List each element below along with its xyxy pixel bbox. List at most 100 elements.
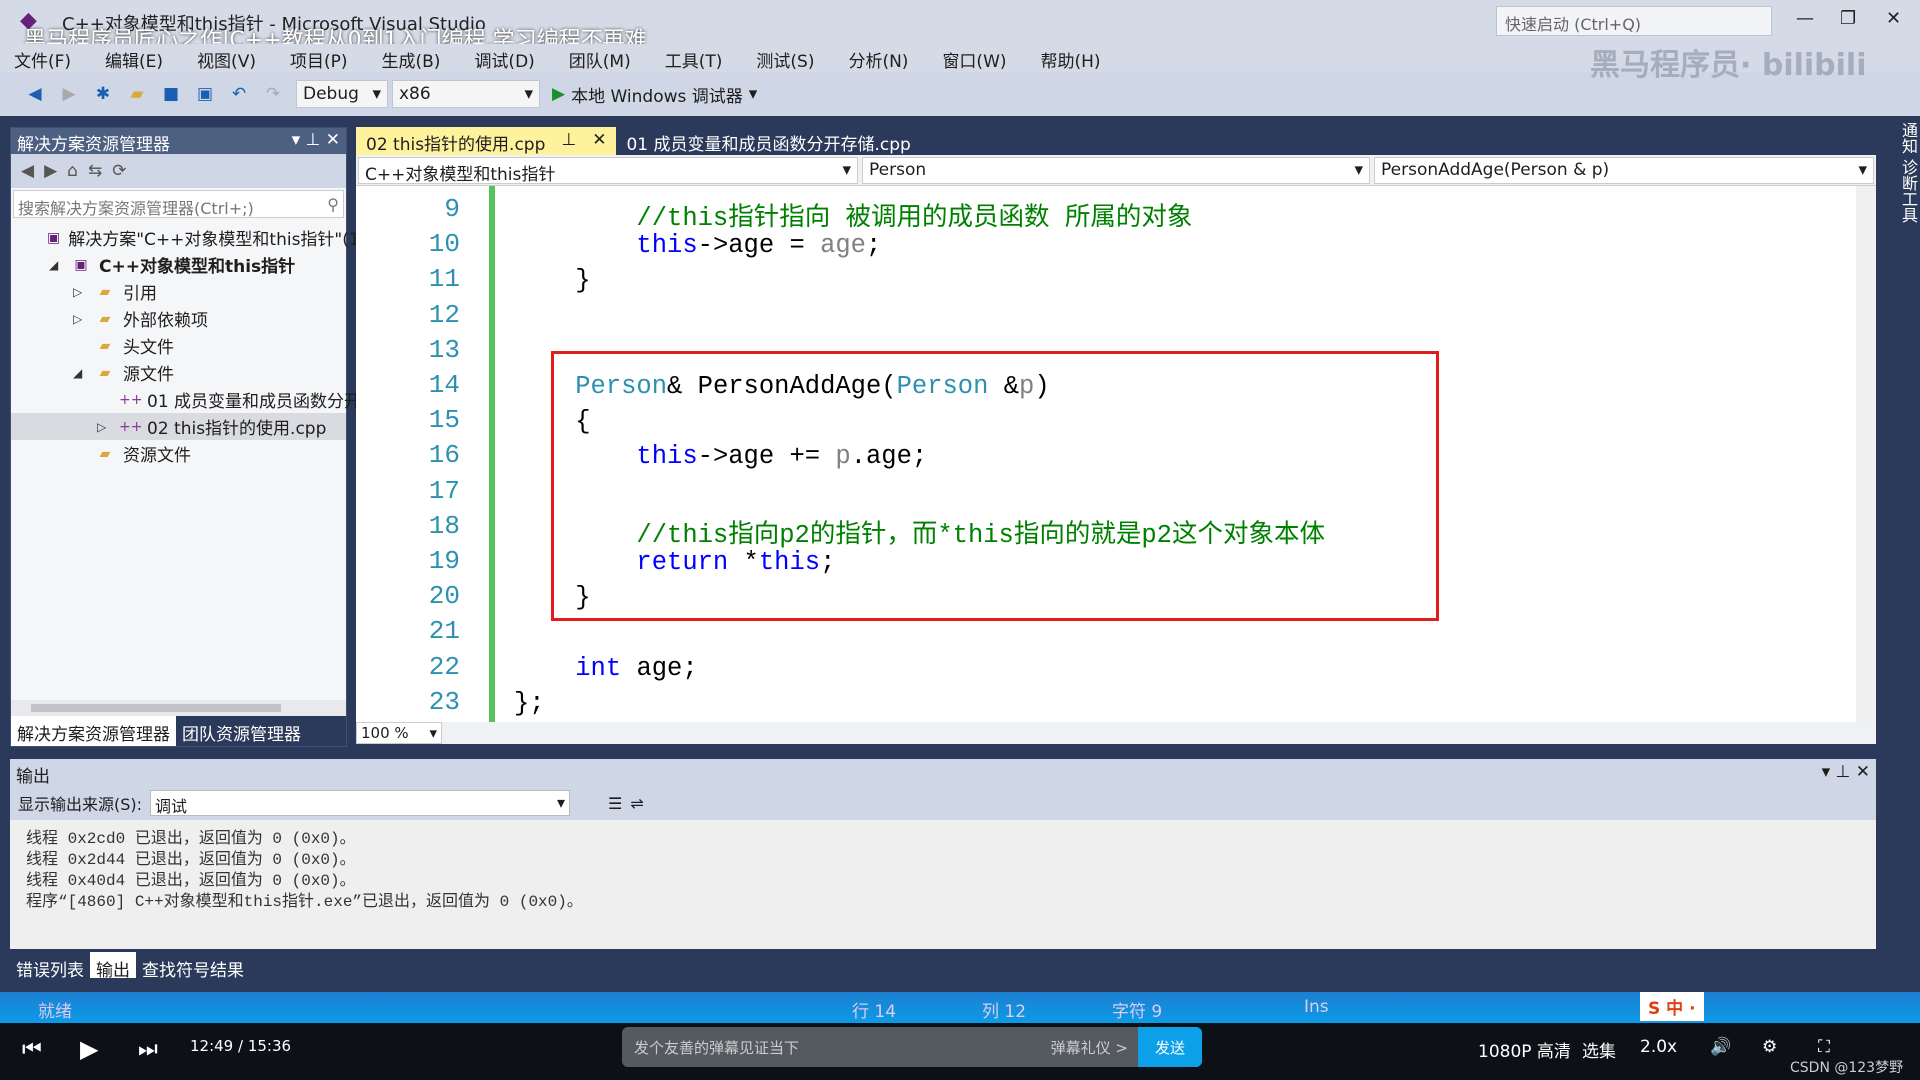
chevron-down-icon: ▾ — [372, 84, 381, 104]
back-icon[interactable]: ◀ — [21, 161, 34, 181]
folder-icon: ▰ — [99, 283, 111, 300]
pin-close-icons[interactable]: ▾ ⊥ ✕ — [1822, 762, 1870, 783]
code-token: age — [820, 231, 866, 261]
tab-team-explorer[interactable]: 团队资源管理器 — [176, 716, 307, 746]
tree-item[interactable]: ▰ 资源文件 — [11, 440, 346, 467]
danmu-input[interactable]: 发个友善的弹幕见证当下 弹幕礼仪 > 发送 — [622, 1027, 1202, 1067]
output-source-select[interactable]: 调试 ▾ — [150, 790, 571, 816]
tree-item[interactable]: ▰ 头文件 — [11, 332, 346, 359]
tab-output[interactable]: 输出 — [90, 952, 136, 981]
class-dropdown[interactable]: Person ▾ — [862, 157, 1370, 184]
right-tool-strip[interactable]: 通知 诊断工具 — [1880, 116, 1920, 756]
open-icon[interactable]: ▰ — [126, 83, 148, 105]
status-bar: 就绪 行 14 列 12 字符 9 Ins S 中 · — [0, 992, 1920, 1023]
episodes-button[interactable]: 选集 — [1582, 1037, 1616, 1062]
volume-icon[interactable]: 🔊 — [1710, 1037, 1731, 1057]
menu-item[interactable]: 编辑(E) — [105, 44, 163, 72]
tree-item[interactable]: ◢ ▰ 源文件 — [11, 359, 346, 386]
quick-launch-placeholder: 快速启动 (Ctrl+Q) — [1505, 15, 1642, 34]
zoom-select[interactable]: 100 % ▾ — [356, 722, 442, 744]
member-dropdown[interactable]: PersonAddAge(Person & p) ▾ — [1374, 157, 1874, 184]
menu-item[interactable]: 视图(V) — [197, 44, 256, 72]
menu-item[interactable]: 分析(N) — [848, 44, 908, 72]
undo-icon[interactable]: ↶ — [228, 83, 250, 105]
line-number: 10 — [428, 229, 460, 260]
horizontal-scrollbar[interactable] — [11, 700, 346, 716]
tree-item[interactable]: ++ 01 成员变量和成员函数分开存储.cpp — [11, 386, 431, 413]
code-editor[interactable]: 9 //this指针指向 被调用的成员函数 所属的对象 10 this->age … — [356, 186, 1856, 722]
code-token: ; — [865, 231, 882, 261]
forward-icon[interactable]: ▶ — [44, 161, 57, 181]
menu-item[interactable]: 帮助(H) — [1041, 44, 1101, 72]
pin-icon[interactable]: ⊥ — [561, 130, 576, 152]
word-wrap-icon[interactable]: ⇌ — [630, 794, 643, 813]
quality-button[interactable]: 1080P 高清 — [1478, 1037, 1571, 1062]
tree-item[interactable]: ▣ 解决方案"C++对象模型和this指针"(1 个项目) — [11, 224, 423, 251]
project-dropdown[interactable]: C++对象模型和this指针 ▾ — [358, 157, 858, 185]
refresh-icon[interactable]: ⟳ — [112, 161, 126, 181]
se-search-input[interactable]: 搜索解决方案资源管理器(Ctrl+;) ⚲ — [13, 190, 344, 218]
clear-all-icon[interactable]: ☰ — [608, 794, 622, 813]
menu-item[interactable]: 调试(D) — [474, 44, 534, 72]
close-button[interactable]: ✕ — [1886, 8, 1901, 29]
tab-find-symbol[interactable]: 查找符号结果 — [136, 952, 250, 981]
menu-item[interactable]: 工具(T) — [665, 44, 723, 72]
platform-select[interactable]: x86 ▾ — [392, 80, 540, 108]
danmu-etiquette-link[interactable]: 弹幕礼仪 > — [1051, 1037, 1128, 1058]
menu-item[interactable]: 测试(S) — [756, 44, 814, 72]
fullscreen-icon[interactable]: ⛶ — [1818, 1037, 1830, 1057]
line-number: 13 — [428, 334, 460, 365]
tab-02-this[interactable]: 02 this指针的使用.cpp ⊥ ✕ — [356, 127, 617, 155]
source-label: 显示输出来源(S): — [18, 795, 143, 814]
tab-solution-explorer[interactable]: 解决方案资源管理器 — [11, 716, 176, 746]
chevron-down-icon: ▾ — [557, 793, 566, 812]
tab-01-member[interactable]: 01 成员变量和成员函数分开存储.cpp — [616, 127, 920, 155]
cpp-file-icon: ++ — [119, 391, 143, 408]
expander-icon[interactable]: ◢ — [49, 258, 58, 272]
expander-icon[interactable]: ▷ — [73, 285, 82, 299]
status-col: 列 12 — [982, 1002, 1027, 1022]
menu-item[interactable]: 窗口(W) — [942, 44, 1006, 72]
menu-item[interactable]: 生成(B) — [382, 44, 441, 72]
home-icon[interactable]: ⌂ — [67, 161, 78, 181]
expander-icon[interactable]: ◢ — [73, 366, 82, 380]
expander-icon[interactable]: ▷ — [73, 312, 82, 326]
tree-item[interactable]: ▷ ++ 02 this指针的使用.cpp — [11, 413, 346, 440]
chevron-down-icon: ▾ — [1858, 160, 1867, 180]
config-select[interactable]: Debug ▾ — [296, 80, 388, 108]
tree-item[interactable]: ▷ ▰ 引用 — [11, 278, 346, 305]
tree-item[interactable]: ◢ ▣ C++对象模型和this指针 — [11, 251, 346, 278]
code-token: } — [514, 266, 591, 296]
menu-item[interactable]: 项目(P) — [290, 44, 348, 72]
sync-icon[interactable]: ⇆ — [88, 161, 102, 181]
send-button[interactable]: 发送 — [1138, 1027, 1202, 1067]
prev-icon[interactable]: ⏮ — [22, 1037, 42, 1062]
vertical-scrollbar[interactable] — [1856, 186, 1876, 722]
play-icon[interactable]: ▶ — [80, 1035, 98, 1063]
nav-value: PersonAddAge(Person & p) — [1381, 160, 1610, 180]
redo-icon[interactable]: ↷ — [262, 83, 284, 105]
ime-icon[interactable]: S 中 · — [1640, 992, 1704, 1021]
minimize-button[interactable]: — — [1796, 8, 1814, 29]
tree-item[interactable]: ▷ ▰ 外部依赖项 — [11, 305, 346, 332]
tab-error-list[interactable]: 错误列表 — [10, 952, 90, 981]
save-all-icon[interactable]: ▣ — [194, 83, 216, 105]
settings-icon[interactable]: ⚙ — [1762, 1037, 1777, 1057]
next-icon[interactable]: ⏭ — [138, 1037, 158, 1062]
forward-icon[interactable]: ▶ — [58, 83, 80, 105]
quick-launch-input[interactable]: 快速启动 (Ctrl+Q) — [1496, 6, 1772, 36]
code-token: age; — [621, 653, 698, 683]
back-icon[interactable]: ◀ — [24, 83, 46, 105]
expander-icon[interactable]: ▷ — [97, 420, 106, 434]
pin-close-icons[interactable]: ▾ ⊥ ✕ — [292, 130, 340, 152]
chevron-down-icon: ▾ — [429, 724, 437, 742]
speed-button[interactable]: 2.0x — [1640, 1037, 1677, 1057]
output-text: 线程 0x2cd0 已退出，返回值为 0 (0x0)。 线程 0x2d44 已退出… — [10, 820, 1876, 911]
save-icon[interactable]: ■ — [160, 83, 182, 105]
run-debugger-button[interactable]: ▶ 本地 Windows 调试器 ▾ — [552, 82, 757, 107]
close-icon[interactable]: ✕ — [592, 130, 606, 152]
menu-item[interactable]: 团队(M) — [569, 44, 631, 72]
menu-item[interactable]: 文件(F) — [14, 44, 71, 72]
new-project-icon[interactable]: ✱ — [92, 83, 114, 105]
restore-button[interactable]: ❐ — [1840, 8, 1856, 29]
